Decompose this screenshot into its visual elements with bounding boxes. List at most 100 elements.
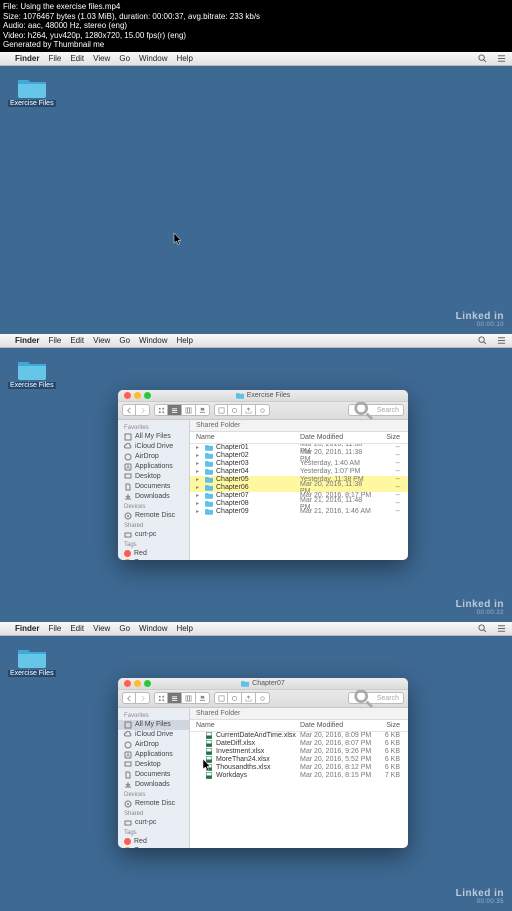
view-list-button[interactable] bbox=[168, 692, 182, 704]
col-name[interactable]: Name bbox=[190, 722, 300, 729]
desktop-folder[interactable]: Exercise Files bbox=[8, 76, 56, 107]
share-button[interactable] bbox=[242, 692, 256, 704]
col-size[interactable]: Size bbox=[372, 434, 408, 441]
spotlight-icon[interactable] bbox=[477, 335, 487, 345]
sidebar-airdrop[interactable]: AirDrop bbox=[118, 452, 189, 462]
tags-button[interactable] bbox=[256, 692, 270, 704]
menu-view[interactable]: View bbox=[93, 336, 110, 345]
menu-file[interactable]: File bbox=[48, 624, 61, 633]
col-date[interactable]: Date Modified bbox=[300, 722, 372, 729]
table-row[interactable]: ▸Chapter01Mar 20, 2016, 11:38 PM-- bbox=[190, 444, 408, 452]
table-row[interactable]: ▸Chapter02Mar 20, 2016, 11:38 PM-- bbox=[190, 452, 408, 460]
action-button[interactable] bbox=[228, 692, 242, 704]
sidebar-all-my-files[interactable]: All My Files bbox=[118, 432, 189, 442]
menu-go[interactable]: Go bbox=[119, 336, 130, 345]
table-row[interactable]: ▸Chapter08Mar 21, 2016, 11:48 PM-- bbox=[190, 500, 408, 508]
sidebar-tag-orange[interactable]: Orange bbox=[118, 846, 189, 848]
view-coverflow-button[interactable] bbox=[196, 692, 210, 704]
table-row[interactable]: CurrentDateAndTime.xlsxMar 20, 2016, 8:0… bbox=[190, 732, 408, 740]
menu-edit[interactable]: Edit bbox=[70, 54, 84, 63]
arrange-button[interactable] bbox=[214, 404, 228, 416]
table-row[interactable]: Thousandths.xlsxMar 20, 2016, 8:12 PM6 K… bbox=[190, 764, 408, 772]
menu-help[interactable]: Help bbox=[176, 54, 192, 63]
menu-window[interactable]: Window bbox=[139, 624, 167, 633]
window-titlebar[interactable]: Exercise Files bbox=[118, 390, 408, 402]
sidebar-desktop[interactable]: Desktop bbox=[118, 760, 189, 770]
table-row[interactable]: ▸Chapter04Yesterday, 1:07 PM-- bbox=[190, 468, 408, 476]
table-row[interactable]: ▸Chapter05Yesterday, 11:38 PM-- bbox=[190, 476, 408, 484]
menu-window[interactable]: Window bbox=[139, 54, 167, 63]
menu-icon[interactable] bbox=[496, 53, 506, 63]
desktop-folder[interactable]: Exercise Files bbox=[8, 646, 56, 677]
menu-help[interactable]: Help bbox=[176, 336, 192, 345]
spotlight-icon[interactable] bbox=[477, 623, 487, 633]
view-columns-button[interactable] bbox=[182, 692, 196, 704]
sidebar-tag-red[interactable]: Red bbox=[118, 837, 189, 846]
sidebar-downloads[interactable]: Downloads bbox=[118, 492, 189, 502]
view-list-button[interactable] bbox=[168, 404, 182, 416]
sidebar-tag-orange[interactable]: Orange bbox=[118, 558, 189, 560]
table-row[interactable]: ▸Chapter07Mar 20, 2016, 8:17 PM-- bbox=[190, 492, 408, 500]
sidebar-icloud[interactable]: iCloud Drive bbox=[118, 442, 189, 452]
search-input[interactable]: Search bbox=[348, 692, 404, 704]
menu-edit[interactable]: Edit bbox=[70, 624, 84, 633]
view-coverflow-button[interactable] bbox=[196, 404, 210, 416]
menu-go[interactable]: Go bbox=[119, 54, 130, 63]
column-headers[interactable]: Name Date Modified Size bbox=[190, 720, 408, 732]
nav-forward-button[interactable] bbox=[136, 404, 150, 416]
menubar-app[interactable]: Finder bbox=[15, 54, 39, 63]
sidebar-remote-disc[interactable]: Remote Disc bbox=[118, 799, 189, 809]
table-row[interactable]: ▸Chapter06Mar 20, 2016, 11:38 PM-- bbox=[190, 484, 408, 492]
sidebar-shared-machine[interactable]: curt-pc bbox=[118, 818, 189, 828]
sidebar-documents[interactable]: Documents bbox=[118, 482, 189, 492]
sidebar-tag-red[interactable]: Red bbox=[118, 549, 189, 558]
col-size[interactable]: Size bbox=[372, 722, 408, 729]
column-headers[interactable]: Name Date Modified Size bbox=[190, 432, 408, 444]
menu-go[interactable]: Go bbox=[119, 624, 130, 633]
sidebar-heading-favorites: Favorites bbox=[118, 711, 189, 720]
desktop-folder[interactable]: Exercise Files bbox=[8, 358, 56, 389]
arrange-button[interactable] bbox=[214, 692, 228, 704]
menu-edit[interactable]: Edit bbox=[70, 336, 84, 345]
table-row[interactable]: ▸Chapter09Mar 21, 2016, 1:46 AM-- bbox=[190, 508, 408, 516]
sidebar-icloud[interactable]: iCloud Drive bbox=[118, 730, 189, 740]
menubar-app[interactable]: Finder bbox=[15, 336, 39, 345]
table-row[interactable]: ▸Chapter03Yesterday, 1:40 AM-- bbox=[190, 460, 408, 468]
sidebar-downloads[interactable]: Downloads bbox=[118, 780, 189, 790]
sidebar-applications[interactable]: AApplications bbox=[118, 462, 189, 472]
sidebar-airdrop[interactable]: AirDrop bbox=[118, 740, 189, 750]
col-name[interactable]: Name bbox=[190, 434, 300, 441]
menu-view[interactable]: View bbox=[93, 624, 110, 633]
table-row[interactable]: DateDiff.xlsxMar 20, 2016, 8:07 PM6 KB bbox=[190, 740, 408, 748]
table-row[interactable]: WorkdaysMar 20, 2016, 8:15 PM7 KB bbox=[190, 772, 408, 780]
menu-view[interactable]: View bbox=[93, 54, 110, 63]
table-row[interactable]: Investment.xlsxMar 20, 2016, 9:26 PM6 KB bbox=[190, 748, 408, 756]
view-icons-button[interactable] bbox=[154, 692, 168, 704]
nav-back-button[interactable] bbox=[122, 692, 136, 704]
spotlight-icon[interactable] bbox=[477, 53, 487, 63]
sidebar-documents[interactable]: Documents bbox=[118, 770, 189, 780]
table-row[interactable]: MoreThan24.xlsxMar 20, 2016, 5:52 PM6 KB bbox=[190, 756, 408, 764]
nav-back-button[interactable] bbox=[122, 404, 136, 416]
menu-help[interactable]: Help bbox=[176, 624, 192, 633]
sidebar-desktop[interactable]: Desktop bbox=[118, 472, 189, 482]
sidebar-shared-machine[interactable]: curt-pc bbox=[118, 530, 189, 540]
action-button[interactable] bbox=[228, 404, 242, 416]
menu-file[interactable]: File bbox=[48, 54, 61, 63]
sidebar-applications[interactable]: AApplications bbox=[118, 750, 189, 760]
share-button[interactable] bbox=[242, 404, 256, 416]
view-columns-button[interactable] bbox=[182, 404, 196, 416]
tags-button[interactable] bbox=[256, 404, 270, 416]
menu-file[interactable]: File bbox=[48, 336, 61, 345]
sidebar-all-my-files[interactable]: All My Files bbox=[118, 720, 189, 730]
menu-window[interactable]: Window bbox=[139, 336, 167, 345]
nav-forward-button[interactable] bbox=[136, 692, 150, 704]
menu-icon[interactable] bbox=[496, 335, 506, 345]
menubar-app[interactable]: Finder bbox=[15, 624, 39, 633]
search-input[interactable]: Search bbox=[348, 404, 404, 416]
view-icons-button[interactable] bbox=[154, 404, 168, 416]
sidebar-remote-disc[interactable]: Remote Disc bbox=[118, 511, 189, 521]
col-date[interactable]: Date Modified bbox=[300, 434, 372, 441]
menu-icon[interactable] bbox=[496, 623, 506, 633]
window-titlebar[interactable]: Chapter07 bbox=[118, 678, 408, 690]
